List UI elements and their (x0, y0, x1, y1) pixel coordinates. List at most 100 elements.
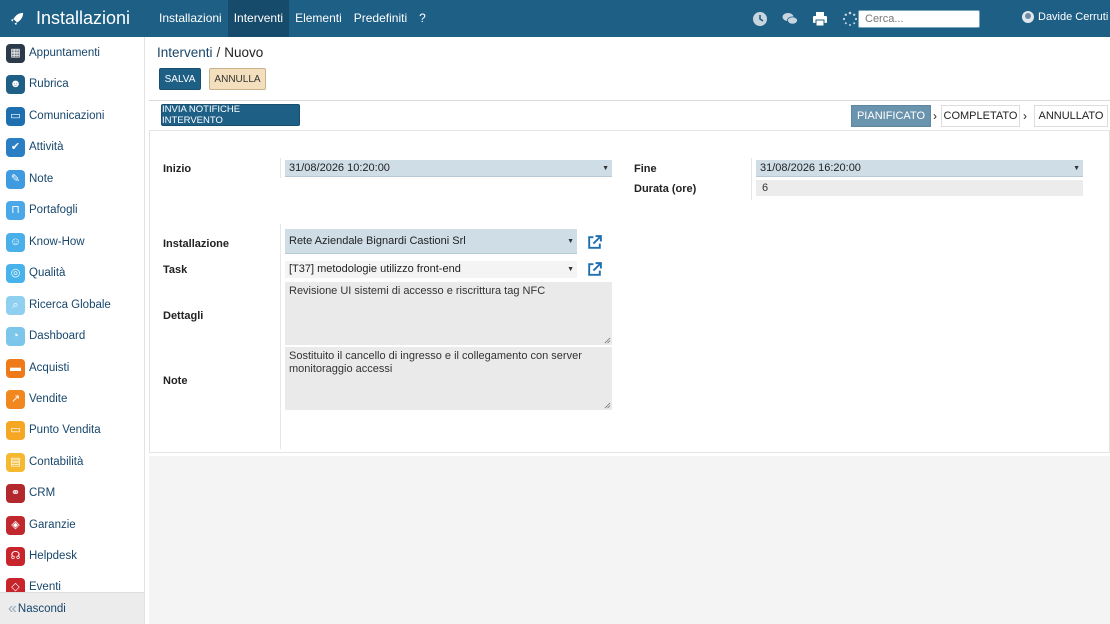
sidebar-item-label: Note (29, 173, 54, 185)
installation-select[interactable]: Rete Aziendale Bignardi Castioni Srl ▼ (285, 229, 577, 254)
sidebar-item-dashboard[interactable]: ◔ Dashboard (0, 323, 144, 349)
contacts-icon: ☻ (6, 74, 25, 94)
sidebar-item-label: Helpdesk (29, 550, 77, 562)
sidebar-item-crm[interactable]: ⚭ CRM (0, 480, 144, 506)
divider (149, 100, 1110, 101)
handshake-icon: ⚭ (6, 483, 25, 503)
note-icon: ✎ (6, 169, 25, 189)
menu-item-help[interactable]: ? (413, 0, 432, 37)
headset-icon: ☊ (6, 546, 25, 566)
duration-label: Durata (ore) (634, 183, 697, 195)
sidebar-item-helpdesk[interactable]: ☊ Helpdesk (0, 543, 144, 569)
main-content: Interventi / Nuovo SALVA ANNULLA INVIA NOT… (145, 37, 1110, 624)
divider (280, 158, 281, 178)
sidebar-item-acquisti[interactable]: ▬ Acquisti (0, 355, 144, 381)
sidebar-collapse-label: Nascondi (17, 602, 66, 615)
empty-area (149, 456, 1110, 624)
end-datetime-select[interactable]: 31/08/2026 16:20:00 ▼ (756, 160, 1083, 177)
start-label: Inizio (163, 163, 192, 175)
external-link-icon[interactable] (586, 234, 603, 251)
end-datetime-value: 31/08/2026 16:20:00 (760, 162, 861, 174)
calendar-icon: ▦ (6, 43, 25, 63)
task-label: Task (163, 264, 188, 276)
sidebar-item-label: Attività (29, 141, 64, 153)
sidebar-item-label: Comunicazioni (29, 110, 105, 122)
toolbar-icons (752, 11, 858, 27)
user-menu[interactable]: Davide Cerruti (1022, 11, 1108, 23)
sidebar-item-label: Appuntamenti (29, 47, 100, 59)
installation-value: Rete Aziendale Bignardi Castioni Srl (289, 235, 466, 247)
sidebar-item-label: Portafogli (29, 204, 78, 216)
menu-item-installazioni[interactable]: Installazioni (153, 0, 228, 37)
caret-down-icon: ▼ (1073, 165, 1080, 172)
notes-label: Note (163, 375, 188, 387)
status-step-completato[interactable]: COMPLETATO (941, 105, 1020, 127)
sidebar-collapse-button[interactable]: « Nascondi (0, 592, 144, 624)
dashboard-icon: ◔ (6, 326, 25, 346)
duration-value: 6 (756, 180, 1083, 196)
status-step-pianificato[interactable]: PIANIFICATO (851, 105, 931, 127)
sidebar-item-label: Know-How (29, 236, 85, 248)
sidebar: ▦ Appuntamenti ☻ Rubrica ▭ Comunicazioni ✔ A… (0, 37, 145, 624)
start-datetime-select[interactable]: 31/08/2026 10:20:00 ▼ (285, 160, 612, 177)
intervention-form: Inizio 31/08/2026 10:20:00 ▼ Fine 31/08/… (149, 130, 1110, 453)
sidebar-item-label: Qualità (29, 267, 66, 279)
status-step-annullato[interactable]: ANNULLATO (1034, 105, 1108, 127)
message-icon: ▭ (6, 106, 25, 126)
breadcrumb-separator: / (216, 45, 221, 60)
user-name: Davide Cerruti (1038, 11, 1109, 23)
sidebar-item-portafogli[interactable]: ⊓ Portafogli (0, 197, 144, 223)
quality-icon: ◎ (6, 263, 25, 283)
task-select[interactable]: [T37] metodologie utilizzo front-end ▼ (285, 261, 577, 278)
app-brand[interactable]: Installazioni (0, 0, 145, 37)
sidebar-item-label: Contabilità (29, 456, 84, 468)
menu-item-predefiniti[interactable]: Predefiniti (348, 0, 413, 37)
save-button[interactable]: SALVA (159, 68, 201, 90)
send-notifications-button[interactable]: INVIA NOTIFICHE INTERVENTO (161, 104, 300, 126)
resize-grip-icon[interactable] (604, 337, 611, 344)
start-datetime-value: 31/08/2026 10:20:00 (289, 162, 390, 174)
sidebar-item-appuntamenti[interactable]: ▦ Appuntamenti (0, 40, 144, 66)
chat-icon[interactable] (782, 11, 798, 27)
sidebar-item-note[interactable]: ✎ Note (0, 166, 144, 192)
menu-item-interventi[interactable]: Interventi (227, 0, 290, 37)
cancel-button[interactable]: ANNULLA (209, 68, 266, 90)
divider (280, 224, 281, 449)
sidebar-item-contabilita[interactable]: ▤ Contabilità (0, 449, 144, 475)
sidebar-item-know-how[interactable]: ☺ Know-How (0, 229, 144, 255)
breadcrumb: Interventi / Nuovo (157, 45, 263, 60)
breadcrumb-parent[interactable]: Interventi (157, 45, 213, 60)
spinner-icon (842, 11, 858, 26)
sidebar-item-label: Rubrica (29, 78, 69, 90)
breadcrumb-current: Nuovo (224, 45, 264, 60)
rocket-icon (10, 12, 24, 25)
sidebar-item-rubrica[interactable]: ☻ Rubrica (0, 71, 144, 97)
sidebar-item-garanzie[interactable]: ◈ Garanzie (0, 512, 144, 538)
sidebar-item-label: Acquisti (29, 362, 70, 374)
brain-icon: ☺ (6, 232, 25, 252)
sidebar-item-attivita[interactable]: ✔ Attività (0, 134, 144, 160)
search-input[interactable] (858, 10, 980, 28)
notes-textarea[interactable]: Sostituito il cancello di ingresso e il … (285, 347, 612, 410)
caret-down-icon: ▼ (602, 165, 609, 172)
clock-icon[interactable] (752, 11, 768, 27)
sidebar-item-qualita[interactable]: ◎ Qualità (0, 260, 144, 286)
shield-icon: ◈ (6, 515, 25, 535)
task-value: [T37] metodologie utilizzo front-end (289, 263, 461, 275)
sidebar-item-comunicazioni[interactable]: ▭ Comunicazioni (0, 103, 144, 129)
external-link-icon[interactable] (586, 261, 603, 278)
print-icon[interactable] (812, 11, 828, 27)
app-title: Installazioni (36, 8, 131, 28)
main-menu: Installazioni Interventi Elementi Predef… (153, 0, 432, 37)
notes-text: Sostituito il cancello di ingresso e il … (289, 350, 582, 375)
resize-grip-icon[interactable] (604, 402, 611, 409)
sidebar-item-label: CRM (29, 487, 56, 499)
sidebar-item-ricerca-globale[interactable]: ⌕ Ricerca Globale (0, 292, 144, 318)
menu-item-elementi[interactable]: Elementi (289, 0, 348, 37)
avatar (1022, 11, 1034, 23)
sidebar-item-vendite[interactable]: ↗ Vendite (0, 386, 144, 412)
details-textarea[interactable]: Revisione UI sistemi di accesso e riscri… (285, 282, 612, 345)
sidebar-item-label: Vendite (29, 393, 68, 405)
chevron-right-icon: › (1023, 109, 1027, 123)
sidebar-item-punto-vendita[interactable]: ▭ Punto Vendita (0, 417, 144, 443)
